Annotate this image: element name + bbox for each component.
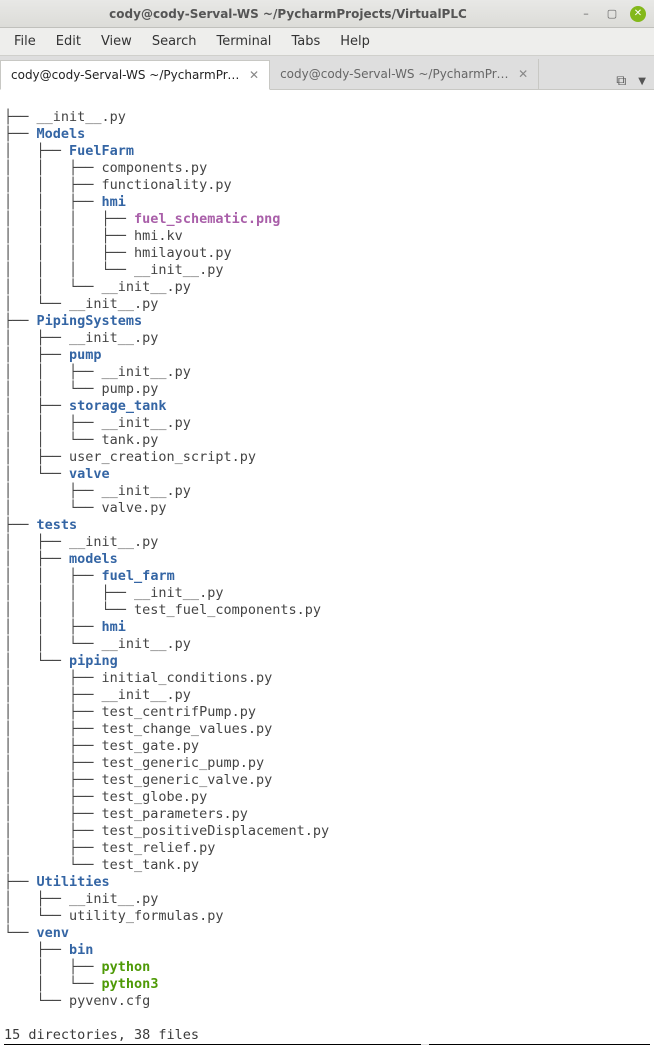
tree-line: │ └── utility_formulas.py <box>4 908 223 924</box>
tree-line: │ ├── initial_conditions.py <box>4 670 272 686</box>
tree-line: │ ├── __init__.py <box>4 891 158 907</box>
tree-summary: 15 directories, 38 files <box>4 1027 199 1043</box>
dir-venv: venv <box>37 925 70 941</box>
tree-line: │ ├── __init__.py <box>4 330 158 346</box>
tab-bar: cody@cody-Serval-WS ~/PycharmProjects/..… <box>0 56 654 90</box>
tab-menu-icon[interactable]: ▼ <box>638 76 646 87</box>
dir-pipingsystems: PipingSystems <box>37 313 143 329</box>
tree-line: │ ├── test_generic_valve.py <box>4 772 272 788</box>
tree-line: │ │ ├── functionality.py <box>4 177 232 193</box>
menu-file[interactable]: File <box>4 34 46 49</box>
tree-line: │ └── <box>4 976 102 992</box>
exe-python3: python3 <box>102 976 159 992</box>
tree-line: └── <box>4 925 37 941</box>
dir-bin: bin <box>69 942 93 958</box>
tree-line: │ ├── <box>4 551 69 567</box>
maximize-button[interactable]: ▢ <box>604 6 620 22</box>
tree-line: │ └── __init__.py <box>4 296 158 312</box>
tree-line: └── pyvenv.cfg <box>4 993 150 1009</box>
tree-line: │ └── <box>4 466 69 482</box>
menu-edit[interactable]: Edit <box>46 34 91 49</box>
dir-pump: pump <box>69 347 102 363</box>
tree-line: │ ├── <box>4 398 69 414</box>
tree-line: │ │ └── pump.py <box>4 381 158 397</box>
tab-close-icon[interactable]: ✕ <box>518 67 528 81</box>
window-title: cody@cody-Serval-WS ~/PycharmProjects/Vi… <box>8 7 568 21</box>
menu-bar: File Edit View Search Terminal Tabs Help <box>0 28 654 56</box>
minimize-button[interactable]: – <box>578 6 594 22</box>
tree-line: │ ├── __init__.py <box>4 483 191 499</box>
tree-line: │ ├── __init__.py <box>4 534 158 550</box>
tree-line: │ └── test_tank.py <box>4 857 199 873</box>
tree-line: ├── <box>4 313 37 329</box>
tree-line: │ ├── test_relief.py <box>4 840 215 856</box>
tree-line: │ │ ├── __init__.py <box>4 415 191 431</box>
dir-storage-tank: storage_tank <box>69 398 167 414</box>
terminal-output[interactable]: ├── __init__.py ├── Models │ ├── FuelFar… <box>0 90 654 1045</box>
tree-line: ├── <box>4 517 37 533</box>
menu-terminal[interactable]: Terminal <box>206 34 281 49</box>
tree-line: │ │ ├── components.py <box>4 160 207 176</box>
file-fuel-schematic-png: fuel_schematic.png <box>134 211 280 227</box>
tab-label: cody@cody-Serval-WS ~/PycharmProjects/..… <box>280 67 510 81</box>
tree-line: │ ├── test_positiveDisplacement.py <box>4 823 329 839</box>
tree-line: │ ├── __init__.py <box>4 687 191 703</box>
menu-search[interactable]: Search <box>142 34 207 49</box>
menu-help[interactable]: Help <box>330 34 380 49</box>
dir-fuelfarm: FuelFarm <box>69 143 134 159</box>
dir-valve: valve <box>69 466 110 482</box>
tree-line: ├── __init__.py <box>4 109 126 125</box>
tree-line: │ └── <box>4 653 69 669</box>
tree-line: │ ├── test_generic_pump.py <box>4 755 264 771</box>
tree-line: │ │ │ ├── hmi.kv <box>4 228 183 244</box>
tree-line: │ │ ├── <box>4 194 102 210</box>
terminal-tab-1[interactable]: cody@cody-Serval-WS ~/PycharmProjects/..… <box>270 59 539 89</box>
tree-line: │ │ ├── __init__.py <box>4 364 191 380</box>
tree-line: │ │ └── __init__.py <box>4 279 191 295</box>
tree-line: │ ├── <box>4 959 102 975</box>
titlebar: cody@cody-Serval-WS ~/PycharmProjects/Vi… <box>0 0 654 28</box>
terminal-tab-0[interactable]: cody@cody-Serval-WS ~/PycharmProjects/..… <box>0 60 270 90</box>
tree-line: │ │ │ ├── <box>4 211 134 227</box>
tree-line: │ └── valve.py <box>4 500 167 516</box>
exe-python: python <box>102 959 151 975</box>
tree-line: │ │ │ ├── __init__.py <box>4 585 223 601</box>
dir-hmi: hmi <box>102 194 126 210</box>
tree-line: │ │ ├── <box>4 568 102 584</box>
tree-line: │ ├── user_creation_script.py <box>4 449 256 465</box>
tab-label: cody@cody-Serval-WS ~/PycharmProjects/..… <box>11 68 241 82</box>
tree-line: │ │ └── __init__.py <box>4 636 191 652</box>
dir-tests: tests <box>37 517 78 533</box>
dir-utilities: Utilities <box>37 874 110 890</box>
tree-line: │ ├── test_change_values.py <box>4 721 272 737</box>
menu-view[interactable]: View <box>91 34 142 49</box>
dir-fuel-farm: fuel_farm <box>102 568 175 584</box>
tree-line: │ ├── <box>4 143 69 159</box>
tab-close-icon[interactable]: ✕ <box>249 68 259 82</box>
tree-line: │ ├── test_gate.py <box>4 738 199 754</box>
tree-line: ├── <box>4 874 37 890</box>
tree-line: │ │ │ ├── hmilayout.py <box>4 245 232 261</box>
tree-line: ├── <box>4 942 69 958</box>
tree-line: │ ├── test_parameters.py <box>4 806 248 822</box>
tree-line: │ ├── test_globe.py <box>4 789 207 805</box>
dir-models: Models <box>37 126 86 142</box>
tree-line: │ │ └── tank.py <box>4 432 158 448</box>
menu-tabs[interactable]: Tabs <box>281 34 330 49</box>
dir-piping: piping <box>69 653 118 669</box>
tree-line: │ │ │ └── test_fuel_components.py <box>4 602 321 618</box>
tree-line: │ ├── <box>4 347 69 363</box>
dir-tests-hmi: hmi <box>102 619 126 635</box>
tree-line: ├── <box>4 126 37 142</box>
tree-line: │ ├── test_centrifPump.py <box>4 704 256 720</box>
dir-tests-models: models <box>69 551 118 567</box>
tree-line: │ │ ├── <box>4 619 102 635</box>
new-tab-icon[interactable]: ⧉ <box>616 73 626 89</box>
close-button[interactable]: ✕ <box>630 6 646 22</box>
tree-line: │ │ │ └── __init__.py <box>4 262 223 278</box>
